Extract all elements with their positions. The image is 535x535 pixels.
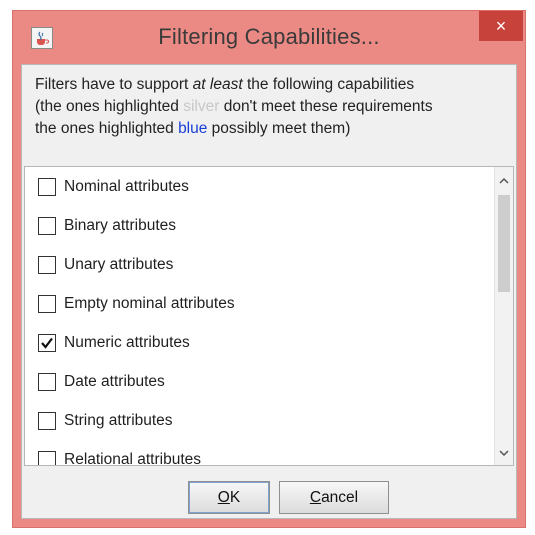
list-item[interactable]: Numeric attributes — [25, 323, 497, 362]
checkbox[interactable] — [38, 411, 56, 430]
window-title: Filtering Capabilities... — [158, 24, 380, 49]
capability-label: Date attributes — [64, 372, 165, 390]
instructions-line-2: (the ones highlighted silver don't meet … — [35, 96, 515, 118]
capability-label: Relational attributes — [64, 450, 201, 466]
instructions-line-3: the ones highlighted blue possibly meet … — [35, 118, 515, 140]
checkbox[interactable] — [38, 177, 56, 196]
list-item[interactable]: Empty nominal attributes — [25, 284, 497, 323]
instructions-text-part: (the ones highlighted — [35, 98, 184, 115]
dialog-body: Filters have to support at least the fol… — [21, 64, 517, 519]
silver-keyword: silver — [183, 98, 220, 115]
capabilities-items: Nominal attributes Binary attributes Una… — [25, 167, 497, 466]
cancel-label: ancel — [321, 489, 359, 506]
capability-label: Unary attributes — [64, 255, 174, 273]
close-icon: × — [495, 16, 507, 36]
list-item[interactable]: String attributes — [25, 401, 497, 440]
capability-label: Binary attributes — [64, 216, 176, 234]
button-bar: OK Cancel — [22, 466, 516, 518]
checkmark-icon — [41, 337, 53, 349]
instructions-text-part: the ones highlighted — [35, 120, 179, 137]
cancel-button[interactable]: Cancel — [279, 481, 389, 514]
list-item[interactable]: Relational attributes — [25, 440, 497, 466]
title-bar[interactable]: Filtering Capabilities... × — [13, 11, 525, 65]
checkbox[interactable] — [38, 255, 56, 274]
capability-label: Empty nominal attributes — [64, 294, 235, 312]
instructions-line-1: Filters have to support at least the fol… — [35, 74, 515, 96]
instructions-text-part: don't meet these requirements — [219, 98, 433, 115]
list-item[interactable]: Binary attributes — [25, 206, 497, 245]
chevron-down-icon[interactable] — [495, 443, 513, 463]
vertical-scrollbar[interactable] — [494, 167, 513, 465]
instructions-text-part: possibly meet them) — [207, 120, 351, 137]
checkbox[interactable] — [38, 450, 56, 465]
capability-label: Numeric attributes — [64, 333, 190, 351]
instructions-text-part: the following capabilities — [242, 76, 415, 93]
instructions-emphasis: at least — [192, 76, 243, 93]
list-item[interactable]: Nominal attributes — [25, 167, 497, 206]
ok-mnemonic: O — [217, 489, 230, 506]
ok-label: K — [229, 489, 241, 506]
ok-button[interactable]: OK — [188, 481, 270, 514]
cancel-mnemonic: C — [309, 489, 322, 506]
instructions-text: Filters have to support at least the fol… — [35, 74, 515, 140]
checkbox[interactable] — [38, 372, 56, 391]
blue-keyword: blue — [178, 120, 208, 137]
instructions-text-part: Filters have to support — [35, 76, 193, 93]
close-button[interactable]: × — [479, 11, 523, 41]
checkbox[interactable] — [38, 294, 56, 313]
chevron-up-icon[interactable] — [495, 171, 513, 191]
capability-label: String attributes — [64, 411, 173, 429]
capabilities-list[interactable]: Nominal attributes Binary attributes Una… — [24, 166, 514, 466]
capability-label: Nominal attributes — [64, 177, 189, 195]
dialog-window: Filtering Capabilities... × Filters have… — [12, 10, 526, 528]
list-item[interactable]: Date attributes — [25, 362, 497, 401]
scrollbar-thumb[interactable] — [498, 195, 510, 292]
checkbox[interactable] — [38, 216, 56, 235]
checkbox[interactable] — [38, 333, 56, 352]
list-item[interactable]: Unary attributes — [25, 245, 497, 284]
